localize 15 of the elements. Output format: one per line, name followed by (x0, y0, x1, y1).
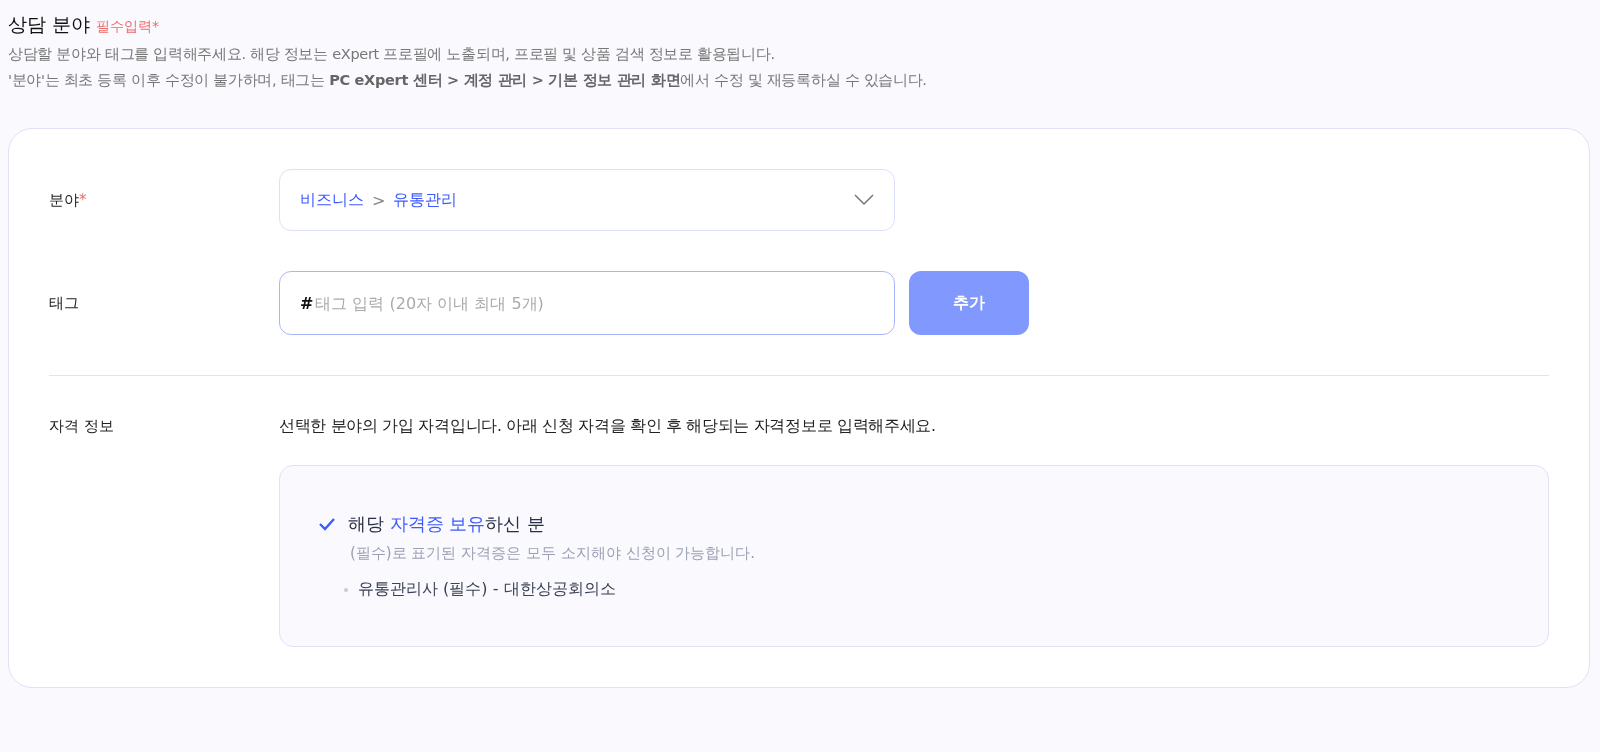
field-label: 분야* (49, 190, 88, 210)
bullet-icon (344, 587, 348, 592)
tag-input-field[interactable]: #태그 입력 (20자 이내 최대 5개) (279, 271, 895, 335)
description-text: '분야'는 최초 등록 이후 수정이 불가하며, 태그는 PC eXpert 센터 > 계정 관리 > 기본 정보 관리 화면에서 수정 및 재등록하실 수 있습니다. (8, 71, 928, 90)
qualification-title: 해당 자격증 보유하신 분 (348, 512, 546, 536)
qualification-note: (필수)로 표기된 자격증은 모두 소지해야 신청이 가능합니다. (350, 544, 757, 563)
field-label: 자격 정보 (49, 417, 115, 436)
description-text: 상담할 분야와 태그를 입력해주세요. 해당 정보는 eXpert 프로필에 노출되며, 프로필 및 상품 검색 정보로 활용됩니다. (8, 45, 776, 64)
certificate-item: 유통관리사 (필수) - 대한상공회의소 (358, 579, 616, 600)
section-title: 상담 분야 (8, 12, 91, 37)
field-label: 태그 (49, 293, 80, 313)
category-select[interactable]: 비즈니스 > 유통관리 (279, 169, 895, 231)
required-label: 필수입력* (96, 18, 160, 36)
qualification-intro: 선택한 분야의 가입 자격입니다. 아래 신청 자격을 확인 후 해당되는 자격정보로 입력해주세요. (279, 416, 936, 437)
chevron-down-icon (854, 194, 874, 206)
